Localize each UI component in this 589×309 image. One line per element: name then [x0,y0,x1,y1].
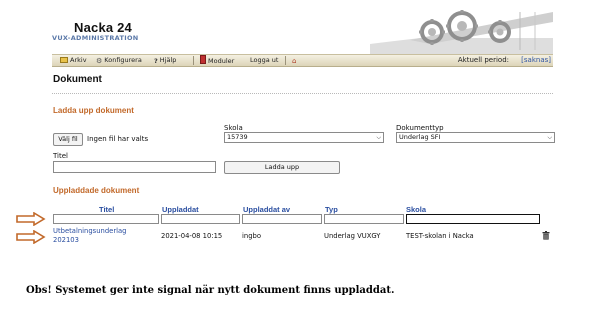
document-title-link-line2[interactable]: 202103 [53,236,79,244]
filter-skola-input[interactable] [406,214,540,224]
document-title-link[interactable]: Utbetalningsunderlag [53,227,127,235]
title-label: Titel [53,152,69,160]
choose-file-button[interactable]: Välj fil [53,133,83,146]
chevron-down-icon: ⌵ [376,134,381,141]
menu-separator [285,56,286,65]
school-select[interactable]: 15739 ⌵ [224,132,384,143]
gear-icon: ⚙ [96,57,103,65]
menu-item-moduler[interactable]: Moduler [200,55,234,66]
annotation-arrow-right-icon [16,230,46,244]
uploaded-section-title: Uppladdade dokument [53,186,140,195]
document-uploaded-by: ingbo [242,232,261,240]
menu-item-logga-ut[interactable]: Logga ut [250,55,278,66]
note-text: Obs! Systemet ger inte signal när nytt d… [26,285,395,296]
period-label: Aktuell period: [457,56,509,64]
column-header-typ[interactable]: Typ [325,205,338,214]
annotation-arrow-right-icon [16,212,46,226]
column-header-titel[interactable]: Titel [99,205,114,214]
doctype-select[interactable]: Underlag SFI ⌵ [396,132,555,143]
document-uploaded-date: 2021-04-08 10:15 [161,232,223,240]
column-header-skola[interactable]: Skola [406,205,426,214]
header-gears-illustration [370,10,553,54]
menu-separator [193,56,194,65]
question-icon: ? [154,57,158,65]
file-status: Ingen fil har valts [87,135,149,143]
filter-titel-input[interactable] [53,214,159,224]
column-header-uppladdat[interactable]: Uppladdat [162,205,199,214]
trash-icon[interactable] [542,231,550,240]
divider [52,93,553,94]
home-icon: ⌂ [292,57,297,65]
app-subtitle: VUX-ADMINISTRATION [52,34,139,42]
menu-item-arkiv[interactable]: Arkiv [60,55,87,66]
menu-item-konfigurera[interactable]: ⚙ Konfigurera [96,55,142,66]
filter-uppladdat-av-input[interactable] [242,214,322,224]
upload-button[interactable]: Ladda upp [224,161,340,174]
school-label: Skola [224,124,243,132]
column-header-uppladdat-av[interactable]: Uppladdat av [243,205,290,214]
filter-typ-input[interactable] [324,214,404,224]
menu-item-home[interactable]: ⌂ [292,55,298,66]
menu-item-hjalp[interactable]: ? Hjälp [154,55,176,66]
menu-bar: Arkiv ⚙ Konfigurera ? Hjälp Moduler Logga … [52,54,553,67]
document-type: Underlag VUXGY [324,232,381,240]
app-title: Nacka 24 [74,20,132,35]
doctype-label: Dokumenttyp [396,124,444,132]
page-title: Dokument [53,74,102,85]
chevron-down-icon: ⌵ [547,134,552,141]
module-icon [200,55,206,64]
period-value[interactable]: [saknas] [521,55,551,66]
title-input[interactable] [53,161,216,173]
document-school: TEST-skolan i Nacka [406,232,474,240]
filter-uppladdat-input[interactable] [161,214,240,224]
folder-icon [60,57,68,63]
upload-section-title: Ladda upp dokument [53,106,134,115]
